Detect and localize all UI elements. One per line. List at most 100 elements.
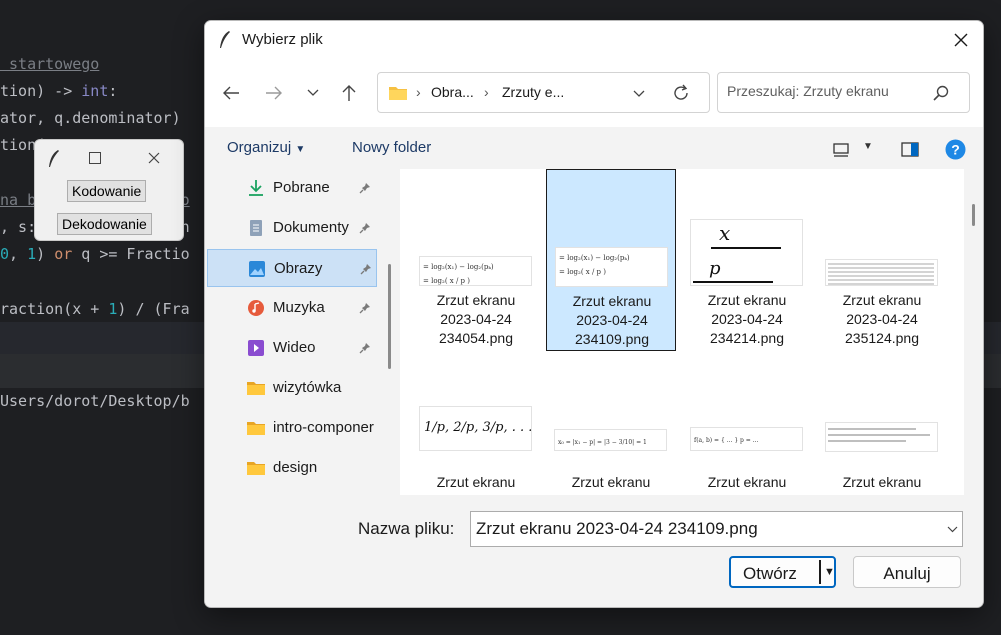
- chevron-down-icon[interactable]: [947, 526, 958, 533]
- pin-icon: [359, 301, 371, 319]
- chevron-down-icon[interactable]: [300, 81, 326, 105]
- sidebar-item-3[interactable]: Muzyka: [207, 289, 377, 327]
- file-name-line2: 2023-04-24: [576, 312, 648, 328]
- svg-text:= log₂( x / p ): = log₂( x / p ): [423, 277, 470, 285]
- sidebar-item-label: Muzyka: [273, 299, 325, 316]
- chevron-down-icon[interactable]: [633, 90, 645, 98]
- code-token: ): [36, 245, 55, 263]
- navigation-bar: › Obra... › Zrzuty e...: [205, 59, 983, 127]
- sidebar-item-label: Dokumenty: [273, 219, 349, 236]
- folder-icon: [246, 419, 266, 437]
- breadcrumb-separator: ›: [416, 84, 421, 100]
- dialog-titlebar: Wybierz plik: [205, 21, 983, 59]
- folder-icon: [389, 87, 407, 100]
- sidebar-item-label: Obrazy: [274, 260, 323, 277]
- sidebar-item-2[interactable]: Obrazy: [207, 249, 377, 287]
- file-tile[interactable]: Zrzut ekranu 2023-04-24 235124.png: [817, 169, 947, 351]
- back-arrow-icon[interactable]: [218, 81, 244, 105]
- breadcrumb-item[interactable]: Zrzuty e...: [502, 84, 564, 100]
- file-tile[interactable]: 1/p, 2/p, 3/p, . . . Zrzut ekranu: [411, 351, 541, 495]
- code-line: ator, q.denominator): [0, 107, 181, 129]
- file-thumbnail: = log₂(x₁) − log₂(pₖ) = log₂( x / p ): [419, 256, 532, 286]
- caret-down-icon[interactable]: ▼: [863, 141, 873, 152]
- open-button-label: Otwórz: [743, 564, 797, 583]
- sidebar-item-7[interactable]: design: [207, 449, 377, 487]
- command-bar: Organizuj ▼ Nowy folder ▼ ?: [205, 127, 983, 169]
- file-name-line2: 2023-04-24: [440, 311, 512, 327]
- file-thumbnail: 1/p, 2/p, 3/p, . . .: [419, 406, 532, 451]
- file-thumbnail: f(a, b) = { ... } p = ...: [690, 427, 803, 451]
- sidebar-item-6[interactable]: intro-componer: [207, 409, 377, 447]
- decode-button[interactable]: Dekodowanie: [57, 213, 152, 235]
- code-token: int: [81, 82, 109, 100]
- pin-icon: [359, 221, 371, 239]
- sidebar-item-1[interactable]: Dokumenty: [207, 209, 377, 247]
- open-button[interactable]: Otwórz ▼: [729, 556, 836, 588]
- sidebar-item-5[interactable]: wizytówka: [207, 369, 377, 407]
- file-name-line1: Zrzut ekranu: [571, 474, 651, 490]
- search-input[interactable]: [727, 83, 927, 99]
- file-tile[interactable]: x p Zrzut ekranu 2023-04-24 234214.png: [682, 169, 812, 351]
- file-tile[interactable]: f(a, b) = { ... } p = ... Zrzut ekranu: [682, 351, 812, 495]
- pictures-icon: [247, 260, 267, 278]
- nav-scrollbar[interactable]: [388, 264, 391, 369]
- file-name-line3: 234214.png: [710, 330, 784, 346]
- file-tile[interactable]: = log₂(x₁) − log₂(pₖ) = log₂( x / p ) Zrzu…: [546, 169, 676, 351]
- file-name-line1: Zrzut ekranu: [436, 292, 516, 308]
- code-token: raction(x +: [0, 300, 109, 318]
- up-arrow-icon[interactable]: [336, 81, 362, 105]
- sidebar-item-label: intro-componer: [273, 419, 374, 436]
- code-token: na b: [0, 191, 37, 209]
- file-tile[interactable]: = log₂(x₁) − log₂(pₖ) = log₂( x / p ) Zrzu…: [411, 169, 541, 351]
- split-divider: [819, 560, 821, 584]
- code-token: 1: [27, 245, 37, 263]
- view-icon[interactable]: [833, 143, 851, 157]
- close-icon[interactable]: [144, 148, 164, 168]
- code-token: startowego: [0, 55, 100, 73]
- cancel-button[interactable]: Anuluj: [853, 556, 961, 588]
- svg-text:x₀ = |x₁ − p| = |3 − 3/10| = 1: x₀ = |x₁ − p| = |3 − 3/10| = 1: [558, 439, 647, 446]
- navigation-pane: Pobrane Dokumenty Obrazy Muzyka Wideo wizytów…: [205, 169, 391, 495]
- breadcrumb-item[interactable]: Obra...: [431, 84, 474, 100]
- file-tile[interactable]: x₀ = |x₁ − p| = |3 − 3/10| = 1 Zrzut ekra…: [546, 351, 676, 495]
- file-list: = log₂(x₁) − log₂(pₖ) = log₂( x / p ) Zrzu…: [400, 169, 964, 495]
- file-name-line1: Zrzut ekranu: [842, 474, 922, 490]
- sidebar-item-4[interactable]: Wideo: [207, 329, 377, 367]
- organize-menu[interactable]: Organizuj ▼: [227, 139, 305, 156]
- address-bar[interactable]: › Obra... › Zrzuty e...: [377, 72, 710, 113]
- code-line: raction(x + 1) / (Fra: [0, 298, 190, 320]
- tk-titlebar: [35, 140, 183, 176]
- code-token: ator, q.denominator): [0, 109, 181, 127]
- search-icon[interactable]: [933, 85, 949, 101]
- file-name-line1: Zrzut ekranu: [572, 293, 652, 309]
- encode-button[interactable]: Kodowanie: [67, 180, 147, 202]
- file-name-line3: 235124.png: [845, 330, 919, 346]
- help-icon[interactable]: ?: [945, 139, 966, 160]
- feather-icon: [49, 150, 59, 167]
- pin-icon: [359, 181, 371, 199]
- file-dialog: Wybierz plik › Obra... › Zrzuty e... Prz…: [204, 20, 984, 608]
- preview-pane-icon[interactable]: [901, 142, 919, 157]
- pin-icon: [360, 262, 372, 280]
- file-tile[interactable]: Zrzut ekranu: [817, 351, 947, 495]
- refresh-icon[interactable]: [672, 84, 690, 102]
- document-icon: [246, 219, 266, 237]
- filename-field[interactable]: Zrzut ekranu 2023-04-24 234109.png: [470, 511, 963, 547]
- maximize-icon[interactable]: [85, 148, 105, 168]
- forward-arrow-icon[interactable]: [261, 81, 287, 105]
- new-folder-button[interactable]: Nowy folder: [352, 139, 431, 156]
- caret-down-icon[interactable]: ▼: [824, 566, 835, 578]
- svg-text:x: x: [719, 221, 730, 245]
- sidebar-item-label: wizytówka: [273, 379, 342, 396]
- file-name-line1: Zrzut ekranu: [707, 292, 787, 308]
- dialog-title: Wybierz plik: [242, 31, 323, 48]
- file-name-line1: Zrzut ekranu: [842, 292, 922, 308]
- download-icon: [246, 179, 266, 197]
- search-box[interactable]: [717, 72, 970, 113]
- content-scrollbar[interactable]: [972, 204, 975, 226]
- close-icon[interactable]: [947, 26, 975, 54]
- sidebar-item-0[interactable]: Pobrane: [207, 169, 377, 207]
- filename-value[interactable]: Zrzut ekranu 2023-04-24 234109.png: [476, 519, 758, 539]
- file-name-line3: 234109.png: [575, 331, 649, 347]
- pin-icon: [359, 341, 371, 359]
